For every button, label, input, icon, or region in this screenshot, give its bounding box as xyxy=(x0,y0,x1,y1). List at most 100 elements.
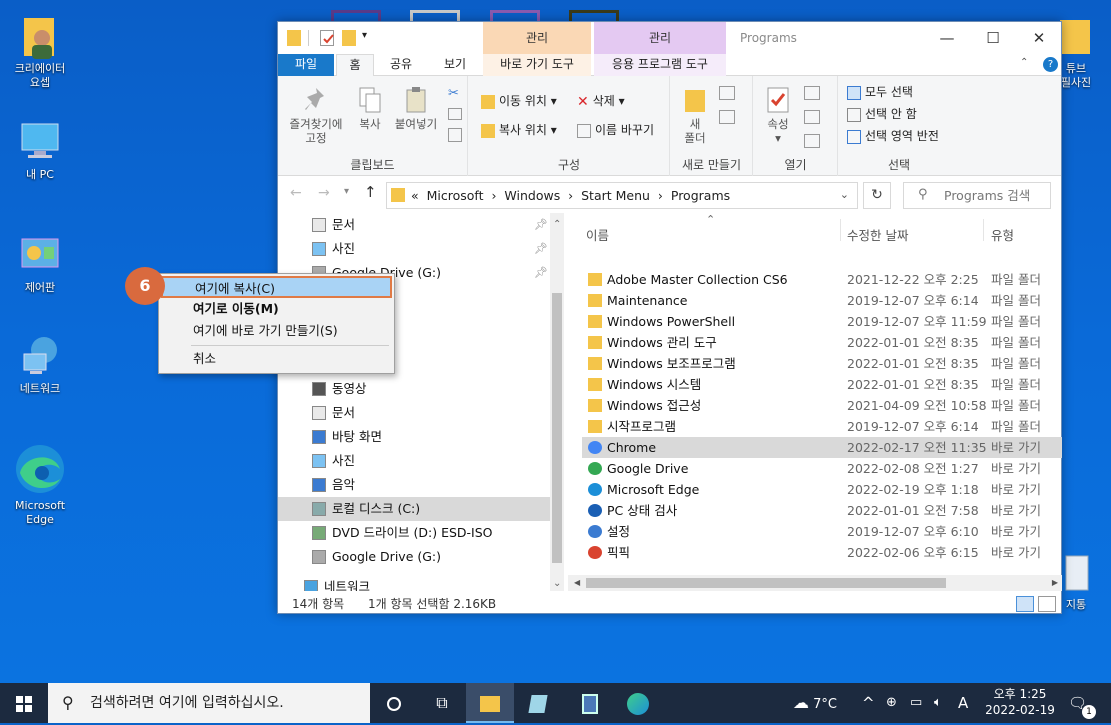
edit-icon[interactable] xyxy=(804,110,820,124)
clock[interactable]: 오후 1:25 2022-02-19 xyxy=(980,683,1060,723)
column-header-type[interactable]: 유형 xyxy=(991,225,1014,244)
address-bar[interactable]: « Microsoft › Windows › Start Menu › Pro… xyxy=(386,182,858,209)
scroll-thumb[interactable] xyxy=(552,293,562,563)
move-to-button[interactable]: 이동 위치 ▾ xyxy=(481,90,557,112)
breadcrumb-item[interactable]: Microsoft xyxy=(427,188,484,203)
start-button[interactable] xyxy=(0,683,48,723)
delete-button[interactable]: ✕ 삭제 ▾ xyxy=(577,90,625,112)
file-row[interactable]: Chrome 2022-02-17 오전 11:35 바로 가기 xyxy=(582,437,1062,458)
pin-icon[interactable]: 📌︎ xyxy=(534,213,548,237)
menu-cancel[interactable]: 취소 xyxy=(161,348,392,370)
details-view-icon[interactable] xyxy=(1016,596,1034,612)
rename-button[interactable]: 이름 바꾸기 xyxy=(577,119,654,141)
scroll-up-icon[interactable]: ⌃ xyxy=(553,219,561,230)
show-hidden-icons[interactable]: ^ xyxy=(862,683,875,723)
nav-item[interactable]: 동영상 xyxy=(278,377,550,401)
menu-copy-here[interactable]: 여기에 복사(C) xyxy=(161,276,392,298)
nav-item[interactable]: 음악 xyxy=(278,473,550,497)
breadcrumb-item[interactable]: Programs xyxy=(671,188,730,203)
file-row[interactable]: 설정 2019-12-07 오후 6:10 바로 가기 xyxy=(582,521,1062,542)
open-icon[interactable] xyxy=(804,86,820,100)
menu-create-shortcut[interactable]: 여기에 바로 가기 만들기(S) xyxy=(161,320,392,342)
nav-item[interactable]: 사진 📌︎ xyxy=(278,237,550,261)
nav-item[interactable]: Google Drive (G:) xyxy=(278,545,550,569)
file-row[interactable]: Google Drive 2022-02-08 오전 1:27 바로 가기 xyxy=(582,458,1062,479)
nav-item[interactable]: 네트워크 xyxy=(278,575,550,591)
breadcrumb-overflow[interactable]: « xyxy=(411,188,419,203)
file-row[interactable]: 시작프로그램 2019-12-07 오후 6:14 파일 폴더 xyxy=(582,416,1062,437)
back-icon[interactable]: ← xyxy=(290,185,302,201)
task-view-button[interactable]: ⧉ xyxy=(418,683,466,723)
paste-shortcut-icon[interactable] xyxy=(448,128,462,142)
horizontal-scrollbar[interactable]: ◀ ▶ xyxy=(568,575,1062,591)
scroll-left-icon[interactable]: ◀ xyxy=(574,578,580,587)
taskbar-file-explorer[interactable] xyxy=(466,683,514,723)
breadcrumb-item[interactable]: Start Menu xyxy=(581,188,650,203)
easy-access-icon[interactable] xyxy=(719,110,735,124)
collapse-ribbon-icon[interactable]: ⌃ xyxy=(1020,57,1028,68)
cortana-button[interactable] xyxy=(370,683,418,723)
invert-selection-button[interactable]: 선택 영역 반전 xyxy=(847,125,939,147)
context-tab-app-manage[interactable]: 관리 xyxy=(594,22,726,54)
select-all-button[interactable]: 모두 선택 xyxy=(847,81,913,103)
copy-path-icon[interactable] xyxy=(448,108,462,120)
context-tab-shortcut-manage[interactable]: 관리 xyxy=(483,22,591,54)
file-row[interactable]: Windows 관리 도구 2022-01-01 오전 8:35 파일 폴더 xyxy=(582,332,1062,353)
file-row[interactable]: Microsoft Edge 2022-02-19 오후 1:18 바로 가기 xyxy=(582,479,1062,500)
menu-move-here[interactable]: 여기로 이동(M) xyxy=(161,298,392,320)
file-row[interactable]: Adobe Master Collection CS6 2021-12-22 오후… xyxy=(582,269,1062,290)
new-folder-quick-icon[interactable] xyxy=(342,30,356,46)
nav-item[interactable]: 문서 xyxy=(278,401,550,425)
scroll-thumb[interactable] xyxy=(586,578,946,588)
pin-button[interactable]: 즐겨찾기에 고정 xyxy=(284,86,348,145)
desktop-icon-network[interactable]: 네트워크 xyxy=(5,334,75,396)
copy-button[interactable]: 복사 xyxy=(350,86,390,131)
close-button[interactable]: ✕ xyxy=(1016,22,1062,54)
pin-icon[interactable]: 📌︎ xyxy=(534,237,548,261)
network-tray-icon[interactable]: ▭ xyxy=(910,683,922,723)
select-none-button[interactable]: 선택 안 함 xyxy=(847,103,917,125)
desktop-icon-this-pc[interactable]: 내 PC xyxy=(5,120,75,182)
paste-button[interactable]: 붙여넣기 xyxy=(390,86,442,131)
taskbar-search-input[interactable]: 검색하려면 여기에 입력하십시오. xyxy=(48,683,370,723)
nav-item[interactable]: 사진 xyxy=(278,449,550,473)
nav-item[interactable]: DVD 드라이브 (D:) ESD-ISO xyxy=(278,521,550,545)
file-row[interactable]: Windows 시스템 2022-01-01 오전 8:35 파일 폴더 xyxy=(582,374,1062,395)
column-header-name[interactable]: 이름 xyxy=(586,225,609,244)
tab-file[interactable]: 파일 xyxy=(278,54,334,76)
desktop-icon-creator[interactable]: 크리에이터 요셉 xyxy=(5,14,75,90)
file-row[interactable]: PC 상태 검사 2022-01-01 오전 7:58 바로 가기 xyxy=(582,500,1062,521)
nav-scrollbar[interactable]: ⌃ ⌄ xyxy=(550,213,564,591)
refresh-button[interactable]: ↻ xyxy=(863,182,891,209)
maximize-button[interactable]: ☐ xyxy=(970,22,1016,54)
forward-icon[interactable]: → xyxy=(318,185,330,201)
tray-icon[interactable]: ⊕ xyxy=(886,683,897,723)
desktop-icon-control-panel[interactable]: 제어판 xyxy=(5,233,75,295)
recent-locations-icon[interactable]: ▾ xyxy=(344,186,349,197)
tab-app-tools[interactable]: 응용 프로그램 도구 xyxy=(594,54,726,76)
weather-widget[interactable]: ☁ 7°C xyxy=(793,683,837,723)
scroll-down-icon[interactable]: ⌄ xyxy=(553,578,561,589)
up-icon[interactable]: ↑ xyxy=(364,183,377,201)
scroll-right-icon[interactable]: ▶ xyxy=(1052,578,1058,587)
new-folder-button[interactable]: 새 폴더 xyxy=(675,86,715,145)
minimize-button[interactable]: — xyxy=(924,22,970,54)
properties-quick-icon[interactable] xyxy=(320,30,334,46)
desktop-icon-edge[interactable]: Microsoft Edge xyxy=(5,443,75,527)
file-row[interactable]: Windows PowerShell 2019-12-07 오후 11:59 파일 … xyxy=(582,311,1062,332)
tab-home[interactable]: 홈 xyxy=(336,54,374,77)
help-icon[interactable]: ? xyxy=(1043,57,1058,72)
file-row[interactable]: 픽픽 2022-02-06 오후 6:15 바로 가기 xyxy=(582,542,1062,563)
tab-share[interactable]: 공유 xyxy=(378,54,424,76)
tab-shortcut-tools[interactable]: 바로 가기 도구 xyxy=(483,54,591,76)
nav-item[interactable]: 로컬 디스크 (C:) xyxy=(278,497,550,521)
ime-indicator[interactable]: A xyxy=(958,683,968,723)
tab-view[interactable]: 보기 xyxy=(432,54,478,76)
copy-to-button[interactable]: 복사 위치 ▾ xyxy=(481,119,557,141)
file-row[interactable]: Windows 보조프로그램 2022-01-01 오전 8:35 파일 폴더 xyxy=(582,353,1062,374)
new-item-icon[interactable] xyxy=(719,86,735,100)
large-icons-view-icon[interactable] xyxy=(1038,596,1056,612)
column-header-date[interactable]: 수정한 날짜 xyxy=(847,225,908,244)
breadcrumb-item[interactable]: Windows xyxy=(504,188,560,203)
address-dropdown-icon[interactable]: ⌄ xyxy=(840,188,849,201)
